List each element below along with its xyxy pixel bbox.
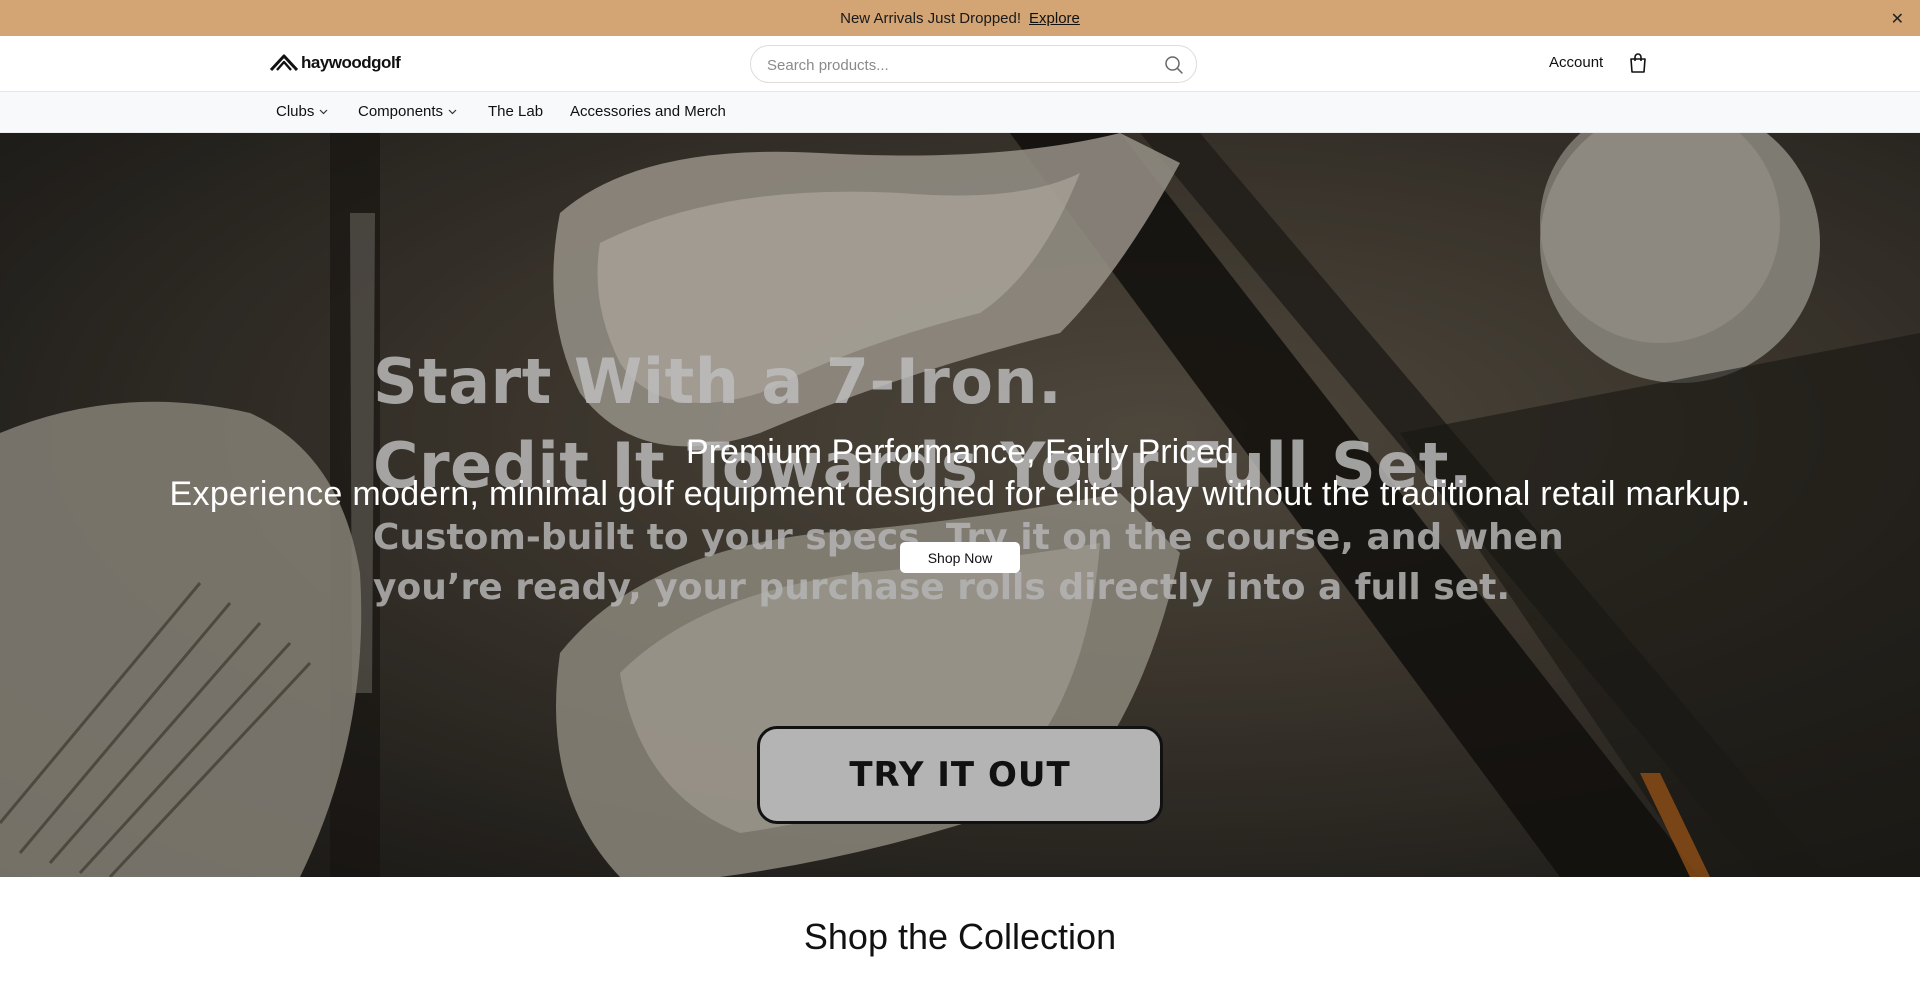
try-it-out-button[interactable]: TRY IT OUT [757, 726, 1163, 824]
nav-item-label: Clubs [276, 103, 315, 120]
search-bar[interactable] [750, 45, 1197, 83]
collection-title: Shop the Collection [803, 916, 1117, 957]
hero-banner: Start With a 7-Iron. Credit It Towards Y… [0, 133, 1920, 877]
nav-item-the-lab[interactable]: The Lab [488, 103, 543, 120]
announcement-explore-link[interactable]: Explore [1029, 10, 1080, 27]
nav-item-accessories[interactable]: Accessories and Merch [570, 103, 726, 120]
nav-item-components[interactable]: Components [358, 103, 457, 120]
close-icon[interactable]: ✕ [1891, 9, 1904, 29]
announcement-message: New Arrivals Just Dropped! [840, 9, 1022, 27]
nav-item-label: Accessories and Merch [570, 103, 726, 120]
shop-now-button[interactable]: Shop Now [900, 542, 1020, 573]
nav-item-label: The Lab [488, 103, 544, 120]
hero-description: Experience modern, minimal golf equipmen… [169, 475, 1751, 513]
account-link[interactable]: Account [1549, 54, 1603, 71]
chevron-down-icon [448, 109, 457, 114]
nav-item-label: Components [358, 103, 444, 120]
search-icon[interactable] [1164, 55, 1184, 75]
hero-subtitle: Premium Performance, Fairly Priced [686, 433, 1234, 471]
main-nav: Clubs Components The Lab Accessories and… [0, 92, 1920, 133]
shopping-bag-icon[interactable] [1628, 52, 1648, 74]
hero-headline-line1: Start With a 7-Iron. [373, 345, 1063, 418]
logo-text: haywoodgolf [301, 53, 401, 72]
logo[interactable]: haywoodgolf [269, 52, 401, 74]
site-header: haywoodgolf Account [0, 36, 1920, 92]
nav-item-clubs[interactable]: Clubs [276, 103, 328, 120]
chevron-down-icon [319, 109, 328, 114]
logo-mark-icon [269, 54, 299, 72]
announcement-bar: New Arrivals Just Dropped! Explore ✕ [0, 0, 1920, 36]
search-input[interactable] [767, 54, 1147, 76]
